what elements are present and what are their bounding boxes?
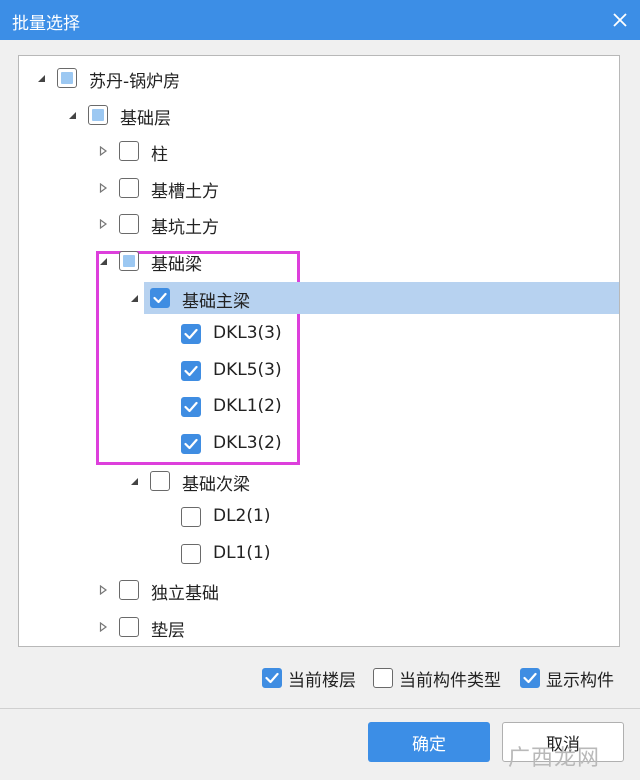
expand-toggle[interactable]	[96, 620, 110, 634]
triangle-down-icon	[131, 294, 138, 302]
tree-item-label: DL2(1)	[213, 506, 271, 527]
show-components-option[interactable]: 显示构件	[520, 666, 614, 691]
tree-item-checkbox[interactable]	[181, 543, 201, 564]
current-type-checkbox[interactable]	[373, 668, 393, 688]
tree-item-checkbox[interactable]	[150, 470, 170, 491]
tree-item-label: DL1(1)	[213, 542, 271, 563]
tree-item-label: 基础次梁	[182, 474, 250, 495]
tree-item[interactable]: DL1(1)	[19, 538, 619, 570]
tree-item-checkbox[interactable]	[181, 507, 201, 528]
tree-item-checkbox[interactable]	[181, 397, 201, 418]
collapse-toggle[interactable]	[96, 254, 110, 268]
triangle-right-icon	[99, 219, 108, 230]
tree-item-checkbox[interactable]	[181, 360, 201, 381]
current-floor-option[interactable]: 当前楼层	[262, 666, 356, 691]
tree-item-label: DKL5(3)	[213, 359, 282, 380]
tree-item[interactable]: DKL3(2)	[19, 428, 619, 460]
collapse-toggle[interactable]	[65, 108, 79, 122]
checkmark-icon	[523, 672, 537, 684]
tree-item-label: 独立基础	[151, 584, 219, 605]
tree-item[interactable]: 独立基础	[19, 574, 619, 606]
tree-item[interactable]: 垫层	[19, 611, 619, 643]
tree-item-label: 苏丹-锅炉房	[89, 72, 181, 92]
tree-item[interactable]: 基础次梁	[19, 465, 619, 497]
tree-item[interactable]: DKL3(3)	[19, 318, 619, 350]
tree-item-label: 柱	[151, 145, 168, 166]
triangle-right-icon	[99, 182, 108, 193]
current-type-option[interactable]: 当前构件类型	[373, 666, 501, 691]
partial-check-indicator	[61, 72, 73, 84]
tree-item-label: DKL1(2)	[213, 396, 282, 417]
current-floor-checkbox[interactable]	[262, 668, 282, 688]
triangle-right-icon	[99, 622, 108, 632]
close-icon	[613, 13, 627, 27]
triangle-down-icon	[69, 111, 76, 119]
collapse-toggle[interactable]	[34, 71, 48, 85]
triangle-right-icon	[99, 585, 108, 596]
ok-button[interactable]: 确定	[368, 722, 490, 762]
expand-toggle[interactable]	[96, 583, 110, 597]
tree-item[interactable]: DKL5(3)	[19, 355, 619, 387]
triangle-down-icon	[100, 258, 107, 265]
triangle-right-icon	[99, 146, 108, 157]
current-type-label: 当前构件类型	[399, 670, 501, 691]
tree-item-checkbox[interactable]	[119, 141, 139, 162]
tree-item-checkbox[interactable]	[119, 214, 139, 235]
cancel-button[interactable]: 取消	[502, 722, 624, 762]
tree-item-label: 基础梁	[151, 255, 202, 275]
footer-divider	[0, 708, 640, 709]
triangle-down-icon	[38, 75, 45, 82]
tree-item[interactable]: 苏丹-锅炉房	[19, 62, 619, 94]
partial-check-indicator	[92, 108, 104, 121]
expand-toggle[interactable]	[96, 181, 110, 195]
checkmark-icon	[184, 438, 198, 450]
tree-item-checkbox[interactable]	[119, 617, 139, 637]
dialog-title: 批量选择	[12, 14, 80, 34]
checkmark-icon	[184, 402, 198, 413]
collapse-toggle[interactable]	[127, 291, 141, 305]
checkmark-icon	[153, 292, 167, 303]
partial-check-indicator	[123, 255, 135, 267]
show-components-label: 显示构件	[546, 670, 614, 691]
tree-item-label: 基础层	[120, 108, 171, 129]
tree-item-checkbox[interactable]	[57, 68, 77, 88]
checkmark-icon	[184, 365, 198, 376]
expand-toggle[interactable]	[96, 217, 110, 231]
expand-toggle[interactable]	[96, 144, 110, 158]
tree-item-label: 垫层	[151, 621, 185, 641]
tree-item[interactable]: 基础梁	[19, 245, 619, 277]
tree-panel[interactable]: 苏丹-锅炉房基础层柱基槽土方基坑土方基础梁基础主梁 DKL3(3) DKL5(3) D…	[18, 55, 620, 647]
tree-item-label: DKL3(3)	[213, 323, 282, 344]
tree-item-label: 基坑土方	[151, 218, 219, 239]
tree-item-label: 基槽土方	[151, 181, 219, 202]
tree-item[interactable]: 基础层	[19, 99, 619, 131]
tree-item[interactable]: DKL1(2)	[19, 391, 619, 423]
close-button[interactable]	[606, 6, 634, 34]
tree-item-checkbox[interactable]	[119, 251, 139, 271]
tree-item-label: 基础主梁	[182, 291, 250, 312]
show-components-checkbox[interactable]	[520, 668, 540, 688]
tree-item-checkbox[interactable]	[181, 324, 201, 345]
tree-item-label: DKL3(2)	[213, 433, 282, 453]
triangle-down-icon	[131, 477, 138, 485]
tree-item-checkbox[interactable]	[150, 287, 170, 308]
collapse-toggle[interactable]	[127, 474, 141, 488]
current-floor-label: 当前楼层	[288, 670, 356, 691]
tree-item-checkbox[interactable]	[181, 434, 201, 454]
tree-item[interactable]: 基槽土方	[19, 172, 619, 204]
title-bar: 批量选择	[0, 0, 640, 40]
checkmark-icon	[184, 329, 198, 340]
tree-item[interactable]: 基础主梁	[19, 281, 619, 314]
tree-item-checkbox[interactable]	[119, 580, 139, 601]
tree-item[interactable]: DL2(1)	[19, 501, 619, 533]
tree-item[interactable]: 基坑土方	[19, 208, 619, 240]
tree-item-checkbox[interactable]	[88, 104, 108, 125]
tree-item[interactable]: 柱	[19, 135, 619, 167]
checkmark-icon	[265, 672, 279, 684]
tree-item-checkbox[interactable]	[119, 177, 139, 198]
